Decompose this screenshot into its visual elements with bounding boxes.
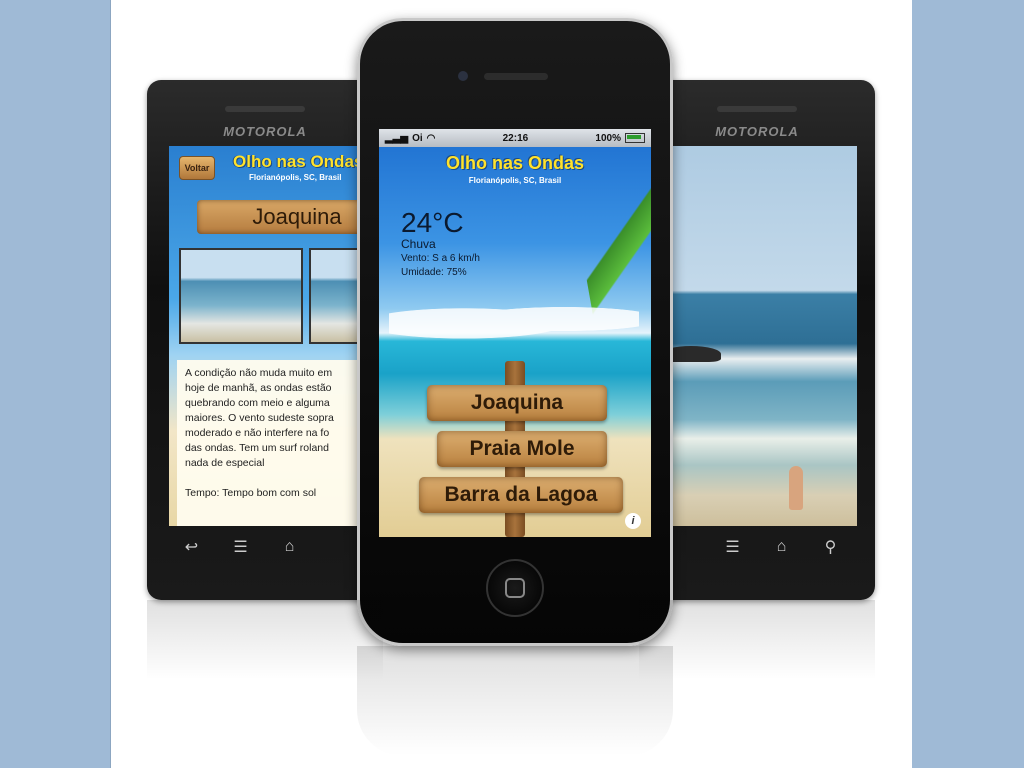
speaker-grille bbox=[717, 106, 797, 112]
speaker-grille bbox=[225, 106, 305, 112]
motorola-phone-right: MOTOROLA ☰ ⌂ ⚲ bbox=[639, 80, 875, 600]
carrier-label: Oi bbox=[412, 132, 423, 144]
menu-icon[interactable]: ☰ bbox=[718, 537, 748, 557]
temperature-readout: 24°C bbox=[401, 207, 464, 238]
menu-icon[interactable]: ☰ bbox=[226, 537, 256, 557]
earpiece-speaker bbox=[484, 73, 548, 80]
beach-name-sign: Joaquina bbox=[197, 200, 365, 234]
motorola-phone-left: MOTOROLA Voltar Olho nas Ondas Florianóp… bbox=[147, 80, 383, 600]
clock-label: 22:16 bbox=[502, 132, 529, 144]
signal-icon: ▂▃▅ bbox=[385, 132, 409, 144]
battery-percent: 100% bbox=[595, 132, 621, 144]
surfer-figure bbox=[789, 466, 803, 510]
location-label: Florianópolis, SC, Brasil bbox=[468, 176, 562, 185]
iphone-device: ▂▃▅ Oi ◠ 22:16 100% Olho nas Ondas Flori… bbox=[357, 18, 673, 646]
right-frame-panel bbox=[911, 0, 1024, 768]
info-icon[interactable]: i bbox=[625, 513, 641, 529]
right-phone-screen bbox=[661, 146, 857, 526]
home-button-icon bbox=[505, 578, 525, 598]
surf-report-text: A condição não muda muito em hoje de man… bbox=[177, 360, 365, 526]
android-nav-bar: ☰ ⌂ ⚲ bbox=[659, 532, 855, 562]
reflection bbox=[147, 600, 383, 680]
beach-photo bbox=[661, 146, 857, 526]
app-title: Olho nas Ondas bbox=[233, 152, 364, 171]
wind-readout: Vento: S a 6 km/h bbox=[401, 253, 480, 264]
beach-sign-barra-da-lagoa[interactable]: Barra da Lagoa bbox=[419, 477, 623, 513]
home-button[interactable] bbox=[486, 559, 544, 617]
back-button[interactable]: Voltar bbox=[179, 156, 215, 180]
iphone-screen: ▂▃▅ Oi ◠ 22:16 100% Olho nas Ondas Flori… bbox=[379, 129, 651, 537]
device-brand-label: MOTOROLA bbox=[715, 124, 799, 139]
battery-icon bbox=[625, 133, 645, 143]
beach-photo-thumbnail[interactable] bbox=[179, 248, 303, 344]
back-icon[interactable]: ↩ bbox=[177, 537, 207, 557]
device-brand-label: MOTOROLA bbox=[223, 124, 307, 139]
home-icon[interactable]: ⌂ bbox=[275, 538, 305, 556]
wifi-icon: ◠ bbox=[426, 132, 436, 144]
location-label: Florianópolis, SC, Brasil bbox=[249, 173, 342, 182]
home-icon[interactable]: ⌂ bbox=[767, 538, 797, 556]
beach-sign-praia-mole[interactable]: Praia Mole bbox=[437, 431, 607, 467]
status-bar: ▂▃▅ Oi ◠ 22:16 100% bbox=[379, 129, 651, 147]
weather-condition: Chuva bbox=[401, 237, 436, 251]
app-title: Olho nas Ondas bbox=[445, 153, 585, 173]
left-frame-panel bbox=[0, 0, 111, 768]
android-nav-bar: ↩ ☰ ⌂ bbox=[167, 532, 363, 562]
product-stage: MOTOROLA Voltar Olho nas Ondas Florianóp… bbox=[111, 0, 912, 768]
humidity-readout: Umidade: 75% bbox=[401, 267, 467, 278]
cloud-graphic bbox=[389, 297, 639, 341]
reflection bbox=[357, 646, 673, 756]
search-icon[interactable]: ⚲ bbox=[816, 537, 846, 557]
beach-sign-joaquina[interactable]: Joaquina bbox=[427, 385, 607, 421]
front-camera bbox=[458, 71, 468, 81]
reflection bbox=[639, 600, 875, 680]
left-phone-screen: Voltar Olho nas Ondas Florianópolis, SC,… bbox=[169, 146, 365, 526]
